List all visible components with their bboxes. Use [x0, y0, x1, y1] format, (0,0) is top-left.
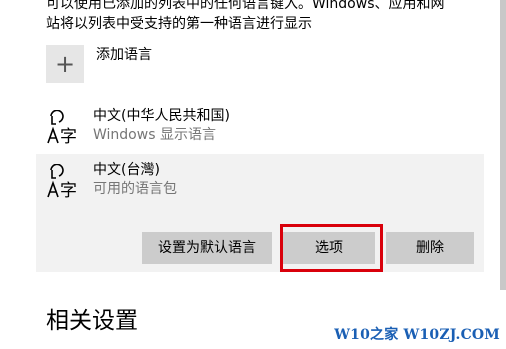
add-language-label: 添加语言	[96, 47, 152, 63]
set-default-button[interactable]: 设置为默认语言	[142, 232, 272, 264]
language-name: 中文(中华人民共和国)	[93, 108, 230, 124]
plus-icon: +	[46, 45, 84, 83]
language-subtitle: Windows 显示语言	[93, 127, 216, 143]
add-language-button[interactable]: + 添加语言	[46, 45, 152, 83]
related-settings-heading: 相关设置	[46, 308, 138, 334]
language-subtitle: 可用的语言包	[93, 181, 177, 197]
language-settings-page: 可以使用已添加的列表中的任何语言键入。Windows、应用和网 站将以列表中受支…	[0, 0, 506, 349]
intro-line-2: 站将以列表中受支持的第一种语言进行显示	[46, 16, 312, 32]
svg-text:字: 字	[60, 127, 77, 146]
remove-button[interactable]: 删除	[386, 232, 474, 264]
language-item-zh-cn[interactable]: 字 中文(中华人民共和国) Windows 显示语言	[36, 100, 484, 150]
options-button[interactable]: 选项	[283, 232, 375, 264]
language-name: 中文(台灣)	[93, 162, 160, 178]
scrollbar[interactable]	[500, 0, 506, 290]
language-icon: 字	[46, 110, 82, 146]
intro-line-1: 可以使用已添加的列表中的任何语言键入。Windows、应用和网	[46, 0, 445, 12]
language-item-zh-tw[interactable]: 字 中文(台灣) 可用的语言包 设置为默认语言 选项 删除	[36, 154, 484, 272]
intro-text: 可以使用已添加的列表中的任何语言键入。Windows、应用和网 站将以列表中受支…	[46, 0, 486, 34]
language-icon: 字	[46, 164, 82, 200]
watermark-logo: W10之家 W10ZJ.COM	[334, 327, 500, 343]
svg-text:字: 字	[60, 181, 77, 200]
